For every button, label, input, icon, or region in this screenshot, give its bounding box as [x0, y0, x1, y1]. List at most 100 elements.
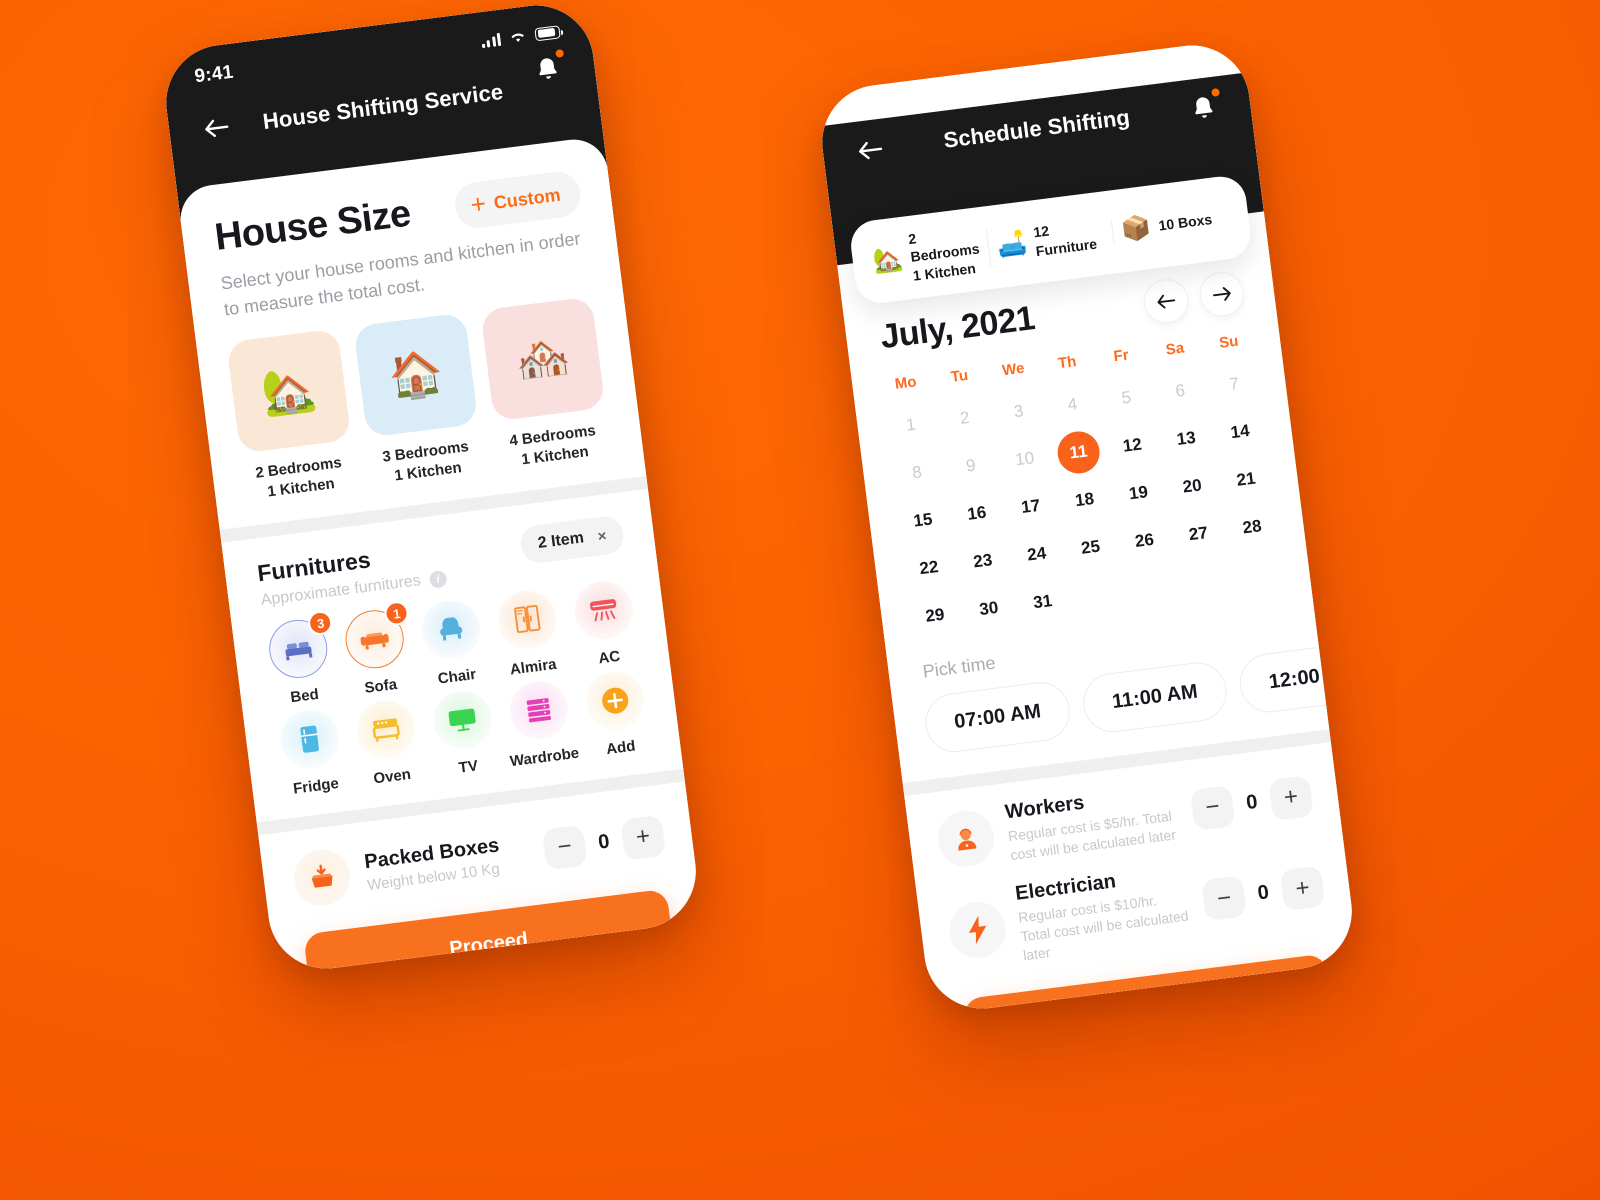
- prev-month-button[interactable]: [1141, 277, 1191, 327]
- weekday-label: Su: [1218, 333, 1240, 353]
- phone-mockup-house-size: 9:41 House Shifting Service House Size +…: [159, 0, 703, 976]
- wifi-icon: [508, 29, 526, 44]
- furniture-icon-wrap: [506, 678, 572, 743]
- weekday-label: Th: [1057, 353, 1078, 373]
- decrement-button[interactable]: −: [1201, 875, 1248, 922]
- furniture-icon-wrap: 1: [342, 600, 411, 672]
- calendar-day[interactable]: 23: [953, 536, 1012, 586]
- house-icon: 🏠: [353, 312, 479, 438]
- calendar-day-selected[interactable]: 11: [1049, 428, 1108, 478]
- furniture-icon-wrap: [571, 578, 636, 643]
- content-sheet: House Size + Custom Select your house ro…: [176, 135, 703, 976]
- furniture-label: Bed: [289, 685, 320, 707]
- furniture-label: Almira: [508, 655, 558, 679]
- calendar-day[interactable]: 24: [1007, 530, 1066, 580]
- calendar-day[interactable]: 17: [1001, 482, 1060, 532]
- service-value: 0: [1256, 881, 1271, 905]
- calendar-day[interactable]: 19: [1109, 468, 1168, 518]
- summary-icon: 🏡: [871, 244, 905, 276]
- app-background: 9:41 House Shifting Service House Size +…: [0, 0, 1600, 1200]
- notification-dot: [555, 48, 565, 58]
- bolt-icon: [946, 898, 1009, 961]
- wardrobe-icon: [506, 678, 572, 743]
- summary-label: 10 Boxs: [1157, 211, 1214, 235]
- almira-icon: [494, 587, 560, 653]
- furniture-icon-wrap: [277, 706, 343, 772]
- furniture-item-ac[interactable]: AC: [563, 577, 648, 671]
- fridge-icon: [277, 706, 343, 772]
- house-size-card[interactable]: 🏡 2 Bedrooms 1 Kitchen: [226, 328, 358, 505]
- furniture-label: Sofa: [363, 676, 399, 698]
- summary-item: 🏡 2 Bedrooms 1 Kitchen: [862, 220, 992, 291]
- weekday-label: We: [1001, 360, 1026, 380]
- calendar-day[interactable]: 21: [1217, 455, 1276, 505]
- house-size-card[interactable]: 🏠 3 Bedrooms 1 Kitchen: [353, 312, 485, 489]
- calendar-day[interactable]: 12: [1103, 421, 1162, 471]
- status-time: 9:41: [193, 61, 235, 88]
- time-option[interactable]: 12:00 PM: [1236, 639, 1330, 717]
- increment-button[interactable]: +: [1279, 865, 1326, 912]
- weekday-label: Sa: [1164, 339, 1186, 360]
- back-button[interactable]: [851, 131, 889, 169]
- furniture-item-sofa[interactable]: 1 Sofa: [334, 600, 419, 700]
- increment-button[interactable]: +: [620, 814, 666, 861]
- packed-boxes-stepper: − 0 +: [541, 814, 666, 871]
- calendar-day[interactable]: 13: [1157, 414, 1216, 464]
- status-icons: [480, 24, 561, 48]
- add-icon: [582, 668, 648, 734]
- calendar-day[interactable]: 31: [1013, 577, 1072, 627]
- furniture-item-oven[interactable]: Oven: [346, 696, 431, 790]
- calendar-day[interactable]: 14: [1211, 407, 1270, 457]
- calendar-day[interactable]: 30: [959, 584, 1018, 634]
- house-icon: 🏘️: [480, 296, 606, 422]
- time-option[interactable]: 11:00 AM: [1079, 659, 1231, 737]
- back-button[interactable]: [197, 109, 235, 147]
- increment-button[interactable]: +: [1268, 774, 1314, 821]
- plus-icon: +: [468, 188, 488, 220]
- battery-icon: [534, 24, 561, 41]
- service-stepper: −0 +: [1189, 774, 1314, 831]
- summary-icon: 📦: [1119, 213, 1153, 244]
- notification-dot: [1211, 87, 1221, 97]
- notification-button[interactable]: [529, 48, 567, 88]
- calendar-day[interactable]: 22: [899, 543, 958, 593]
- calendar-day[interactable]: 25: [1061, 523, 1120, 573]
- decrement-button[interactable]: −: [541, 824, 588, 871]
- summary-icon: 🛋️: [995, 229, 1029, 260]
- calendar-day: 4: [1066, 394, 1079, 415]
- time-option[interactable]: 07:00 AM: [922, 679, 1074, 756]
- service-stepper: −0 +: [1201, 865, 1326, 922]
- house-size-card[interactable]: 🏘️ 4 Bedrooms 1 Kitchen: [480, 296, 612, 473]
- calendar-day[interactable]: 15: [893, 496, 952, 546]
- furniture-item-fridge[interactable]: Fridge: [269, 706, 354, 800]
- item-count-chip[interactable]: 2 Item ×: [518, 514, 626, 566]
- furniture-label: Wardrobe: [509, 744, 581, 771]
- furniture-item-add[interactable]: Add: [574, 667, 659, 761]
- packed-boxes-value: 0: [596, 830, 611, 854]
- notification-button[interactable]: [1184, 87, 1222, 127]
- proceed-button[interactable]: Proceed: [303, 888, 675, 976]
- calendar-day[interactable]: 27: [1169, 509, 1228, 559]
- weekday-label: Fr: [1112, 346, 1130, 366]
- calendar-day[interactable]: 18: [1055, 475, 1114, 525]
- bell-icon: [1195, 97, 1213, 118]
- furniture-item-tv[interactable]: TV: [422, 687, 507, 781]
- summary-item: 📦 10 Boxs: [1110, 204, 1238, 245]
- calendar-day[interactable]: 29: [905, 591, 964, 641]
- calendar-day: 1: [905, 415, 917, 436]
- furniture-item-almira[interactable]: Almira: [487, 587, 572, 681]
- signal-icon: [480, 32, 502, 48]
- furniture-label: Add: [605, 737, 637, 759]
- decrement-button[interactable]: −: [1189, 784, 1236, 831]
- calendar-day[interactable]: 28: [1223, 502, 1282, 552]
- calendar-day[interactable]: 16: [947, 489, 1006, 539]
- close-icon[interactable]: ×: [597, 527, 608, 545]
- furniture-item-chair[interactable]: Chair: [410, 596, 495, 690]
- next-month-button[interactable]: [1197, 270, 1247, 320]
- info-icon[interactable]: i: [428, 569, 448, 589]
- calendar-day[interactable]: 26: [1115, 516, 1174, 566]
- furniture-item-bed[interactable]: 3 Bed: [258, 609, 343, 710]
- custom-button-label: Custom: [492, 184, 562, 213]
- calendar-day[interactable]: 20: [1163, 462, 1222, 512]
- furniture-item-wardrobe[interactable]: Wardrobe: [498, 677, 583, 771]
